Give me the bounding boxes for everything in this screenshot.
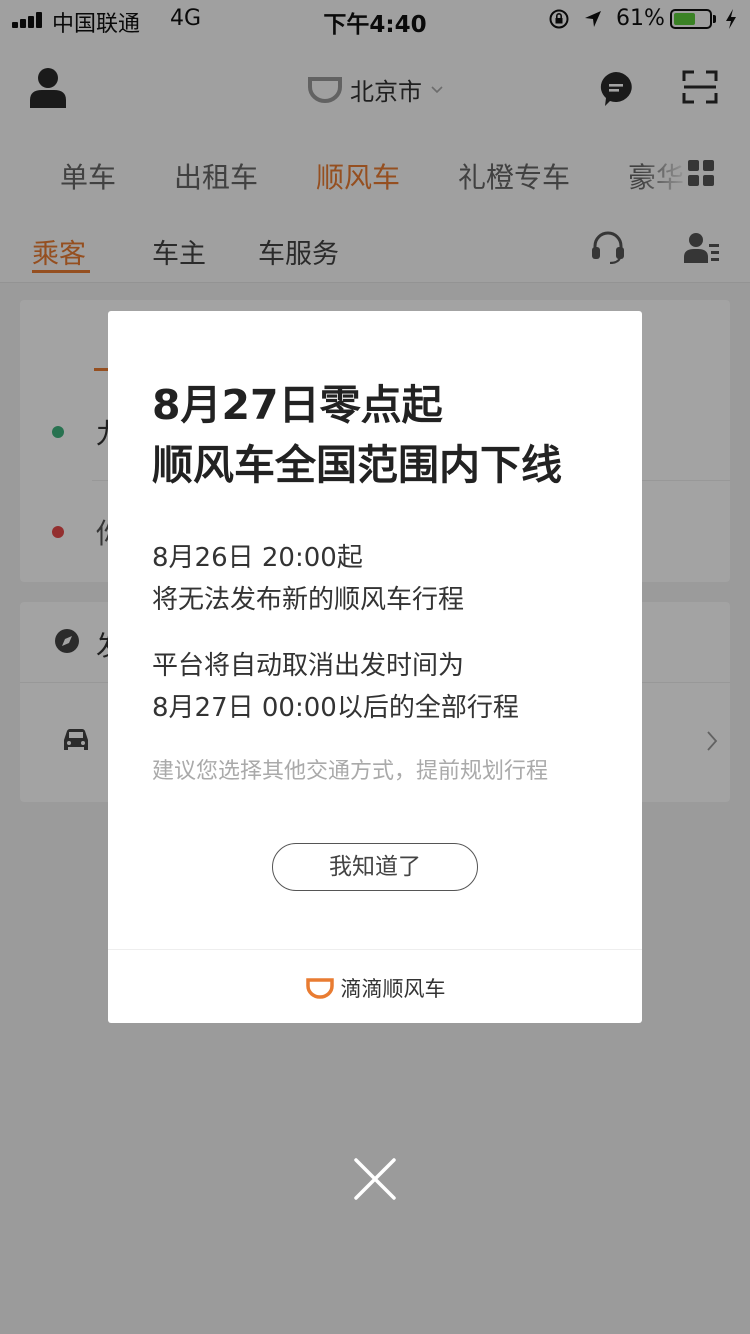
dialog-hint: 建议您选择其他交通方式，提前规划行程 [152,759,549,784]
dialog-p2-line-1: 平台将自动取消出发时间为 [152,651,465,681]
footer-brand: 滴滴顺风车 [340,977,446,1001]
dialog-paragraph-2: 平台将自动取消出发时间为 8月27日 00:00以后的全部行程 [152,645,519,729]
notice-dialog: 8月27日零点起 顺风车全国范围内下线 8月26日 20:00起 将无法发布新的… [108,311,642,1023]
dialog-p1-line-2: 将无法发布新的顺风车行程 [152,585,465,615]
dialog-footer-divider [108,949,642,950]
dialog-p2-line-2: 8月27日 00:00以后的全部行程 [152,693,519,723]
acknowledge-button[interactable]: 我知道了 [272,843,478,891]
didi-hitch-logo-icon [305,978,334,999]
dialog-p1-line-1: 8月26日 20:00起 [152,543,363,573]
dialog-paragraph-1: 8月26日 20:00起 将无法发布新的顺风车行程 [152,537,464,621]
dialog-title-line-2: 顺风车全国范围内下线 [152,441,562,489]
dialog-title: 8月27日零点起 顺风车全国范围内下线 [152,375,612,495]
close-icon[interactable] [352,1156,398,1202]
dialog-title-line-1: 8月27日零点起 [152,381,443,429]
dialog-footer: 滴滴顺风车 [108,973,642,1003]
